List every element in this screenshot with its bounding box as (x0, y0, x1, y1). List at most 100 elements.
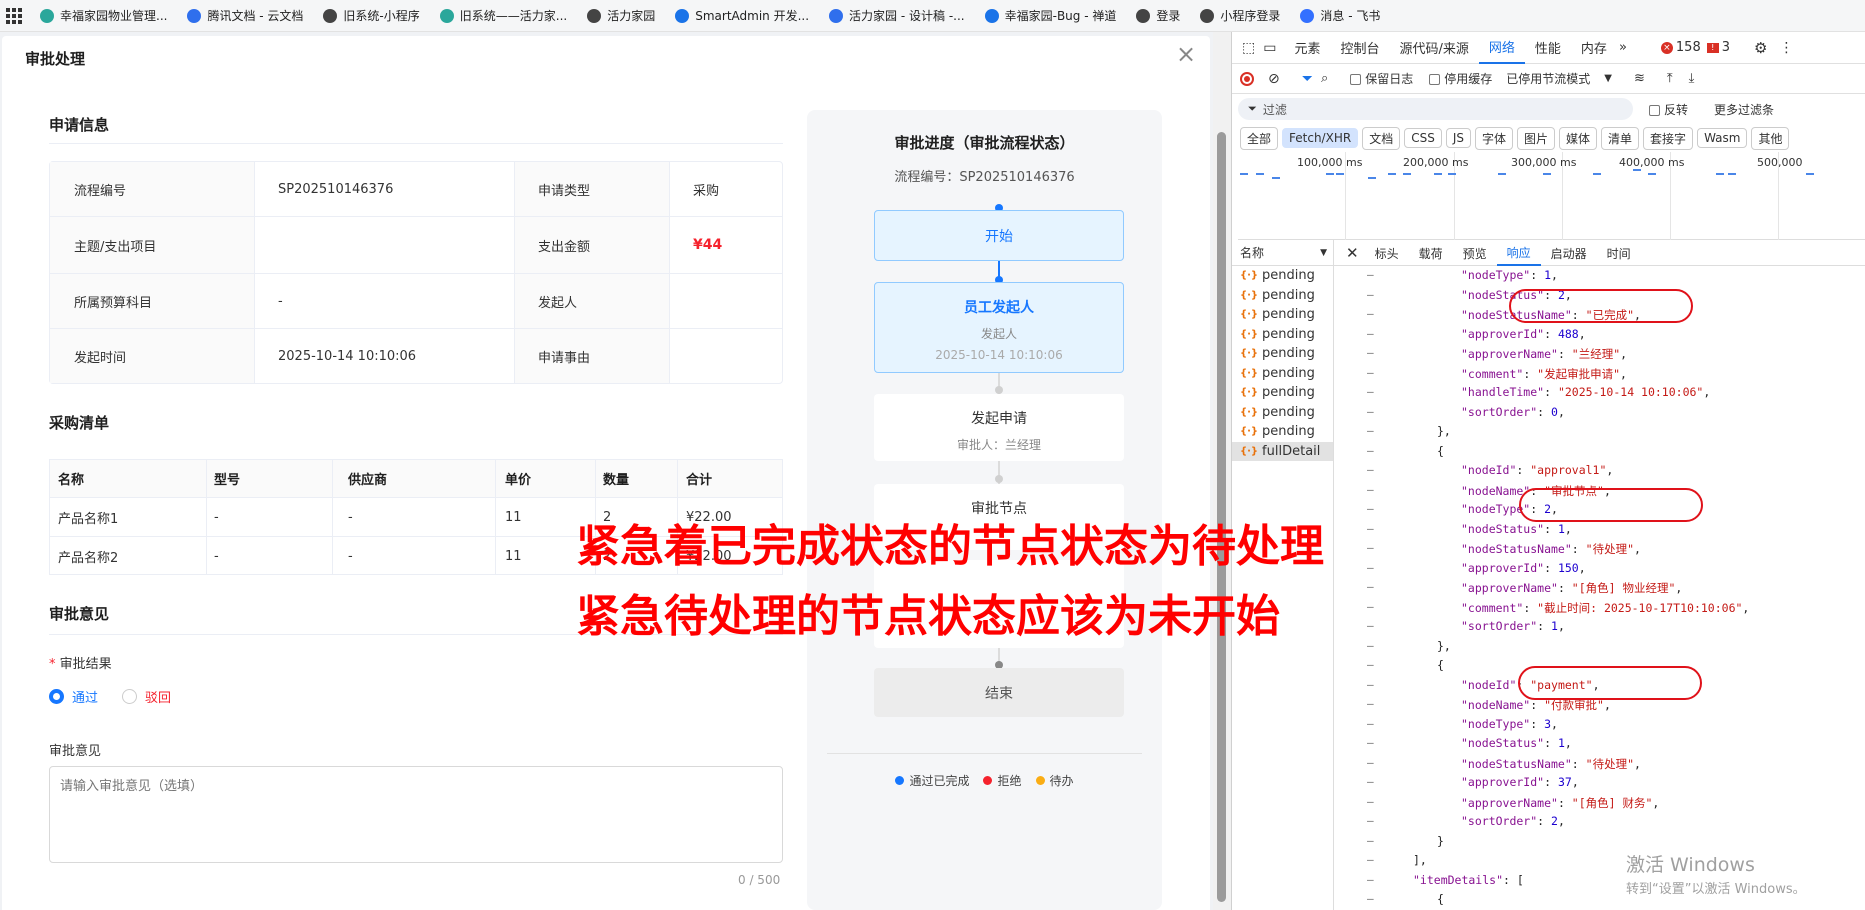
json-line: "nodeStatusName": "待处理", (1461, 542, 1641, 556)
close-detail-icon[interactable]: ✕ (1346, 244, 1359, 262)
more-filters[interactable]: 更多过滤条 (1714, 101, 1774, 118)
bookmark-item[interactable]: SmartAdmin 开发... (665, 0, 819, 32)
request-item[interactable]: {·} pending (1232, 403, 1333, 423)
info-label: 申请事由 (514, 329, 669, 383)
request-item[interactable]: {·} pending (1232, 422, 1333, 442)
flow-node-end: 结束 (874, 668, 1124, 717)
wifi-icon[interactable]: ≋ (1634, 71, 1645, 86)
annotation-ring (1518, 666, 1702, 700)
annotation-ring (1509, 289, 1693, 323)
col-divider (332, 460, 333, 574)
reject-radio[interactable] (122, 689, 138, 704)
timeline-gridline: 200,000 ms (1403, 152, 1468, 240)
record-icon[interactable] (1240, 71, 1254, 86)
chevron-down-icon[interactable]: ▼ (1604, 73, 1612, 84)
request-item[interactable]: {·} pending (1232, 344, 1333, 364)
bookmark-item[interactable]: 活力家园 (577, 0, 665, 32)
throttle-select[interactable]: 已停用节流模式 (1506, 70, 1590, 87)
reject-label[interactable]: 驳回 (145, 687, 171, 706)
bookmark-item[interactable]: 旧系统——活力家... (430, 0, 577, 32)
type-filter-pill[interactable]: 清单 (1601, 126, 1640, 150)
devtools-tab[interactable]: 控制台 (1330, 32, 1389, 64)
page-scrollbar[interactable] (1213, 32, 1231, 910)
apply-info-title: 申请信息 (49, 116, 110, 134)
opinion-textarea[interactable] (49, 766, 783, 863)
search-icon[interactable]: ⌕ (1321, 71, 1328, 86)
pass-radio[interactable] (49, 689, 64, 704)
type-filter-pill[interactable]: 套接字 (1643, 126, 1694, 150)
detail-tab[interactable]: 预览 (1453, 240, 1497, 266)
flow-dot (995, 475, 1003, 483)
detail-tab[interactable]: 启动器 (1541, 240, 1597, 266)
devtools-tab[interactable]: 网络 (1478, 32, 1525, 64)
xhr-icon: {·} (1240, 387, 1259, 399)
device-toolbar-icon[interactable]: ▭ (1263, 40, 1276, 56)
bookmark-item[interactable]: 登录 (1126, 0, 1190, 32)
request-name: fullDetail (1262, 443, 1321, 459)
more-vert-icon[interactable]: ⋮ (1779, 40, 1793, 56)
legend-dot-red (983, 776, 993, 785)
apps-grid-icon[interactable] (6, 7, 22, 24)
detail-tab[interactable]: 响应 (1496, 240, 1541, 266)
name-column-header[interactable]: 名称 ▼ (1232, 240, 1334, 265)
devtools-tab[interactable]: 源代码/来源 (1390, 32, 1479, 64)
filter-icon[interactable]: ⏷ (1302, 71, 1313, 87)
detail-tab[interactable]: 时间 (1597, 240, 1641, 266)
download-icon[interactable]: ⤓ (1689, 71, 1695, 86)
warning-badge[interactable]: ! 3 (1706, 40, 1730, 55)
type-filter-pill[interactable]: 其他 (1751, 126, 1790, 150)
request-name: pending (1262, 385, 1315, 401)
type-filter-pill[interactable]: 字体 (1474, 126, 1513, 150)
xhr-icon: {·} (1240, 426, 1259, 438)
type-filter-pill[interactable]: CSS (1404, 128, 1442, 148)
line-gutter-dash: – (1367, 365, 1374, 379)
type-filter-pill[interactable]: 图片 (1517, 126, 1556, 150)
bookmark-item[interactable]: 活力家园 - 设计稿 -... (819, 0, 975, 32)
clear-icon[interactable]: ⊘ (1268, 71, 1280, 87)
pass-label[interactable]: 通过 (72, 687, 98, 706)
flow-divider (827, 753, 1142, 754)
type-filter-pill[interactable]: Fetch/XHR (1282, 128, 1359, 148)
bookmark-item[interactable]: 旧系统-小程序 (313, 0, 429, 32)
devtools-tab[interactable]: 内存 (1571, 32, 1617, 64)
filter-input[interactable]: ⏷ 过滤 (1238, 98, 1633, 120)
invert-checkbox[interactable]: 反转 (1649, 101, 1688, 118)
info-value: 采购 (693, 183, 720, 199)
devtools-tab[interactable]: 性能 (1525, 32, 1571, 64)
detail-tab[interactable]: 标头 (1365, 240, 1409, 266)
inspect-icon[interactable]: ⬚ (1242, 40, 1255, 56)
bookmark-item[interactable]: 腾讯文档 - 云文档 (177, 0, 313, 32)
request-item[interactable]: {·} pending (1232, 325, 1333, 345)
bookmark-list: 幸福家园物业管理... 腾讯文档 - 云文档 旧系统-小程序 旧系统——活力家... 活… (30, 0, 1390, 32)
gear-icon[interactable]: ⚙ (1754, 39, 1767, 57)
annotation-ring (1519, 488, 1703, 522)
preserve-log-checkbox[interactable]: 保留日志 (1350, 70, 1413, 87)
request-item[interactable]: {·} pending (1232, 305, 1333, 325)
type-filter-pill[interactable]: 文档 (1362, 126, 1401, 150)
type-filter-pill[interactable]: 媒体 (1559, 126, 1598, 150)
apply-info-divider (49, 143, 783, 144)
request-item[interactable]: {·} pending (1232, 383, 1333, 403)
close-icon[interactable]: × (1176, 40, 1196, 68)
detail-tab[interactable]: 载荷 (1409, 240, 1453, 266)
type-filter-pill[interactable]: JS (1445, 128, 1471, 148)
timeline-mark (1498, 173, 1506, 175)
more-tabs-icon[interactable]: » (1619, 40, 1627, 55)
request-item[interactable]: {·} pending (1232, 266, 1333, 286)
bookmark-item[interactable]: 幸福家园物业管理... (30, 0, 177, 32)
disable-cache-checkbox[interactable]: 停用缓存 (1429, 70, 1492, 87)
request-item[interactable]: {·} pending (1232, 364, 1333, 384)
info-value: - (278, 293, 283, 309)
request-item[interactable]: {·} fullDetail (1232, 441, 1333, 461)
error-badge[interactable]: × 158 (1660, 40, 1701, 55)
bookmark-item[interactable]: 消息 - 飞书 (1290, 0, 1390, 32)
bookmark-item[interactable]: 小程序登录 (1190, 0, 1290, 32)
bookmark-item[interactable]: 幸福家园-Bug - 禅道 (975, 0, 1127, 32)
request-item[interactable]: {·} pending (1232, 286, 1333, 306)
type-filter-pill[interactable]: 全部 (1240, 126, 1279, 150)
upload-icon[interactable]: ⤒ (1667, 71, 1673, 86)
apply-info-table: 流程编号 SP202510146376 申请类型 采购 主题/支出项目 支出金额… (49, 161, 783, 384)
devtools-tab[interactable]: 元素 (1284, 32, 1330, 64)
line-gutter-dash: – (1367, 716, 1374, 730)
type-filter-pill[interactable]: Wasm (1697, 128, 1748, 148)
